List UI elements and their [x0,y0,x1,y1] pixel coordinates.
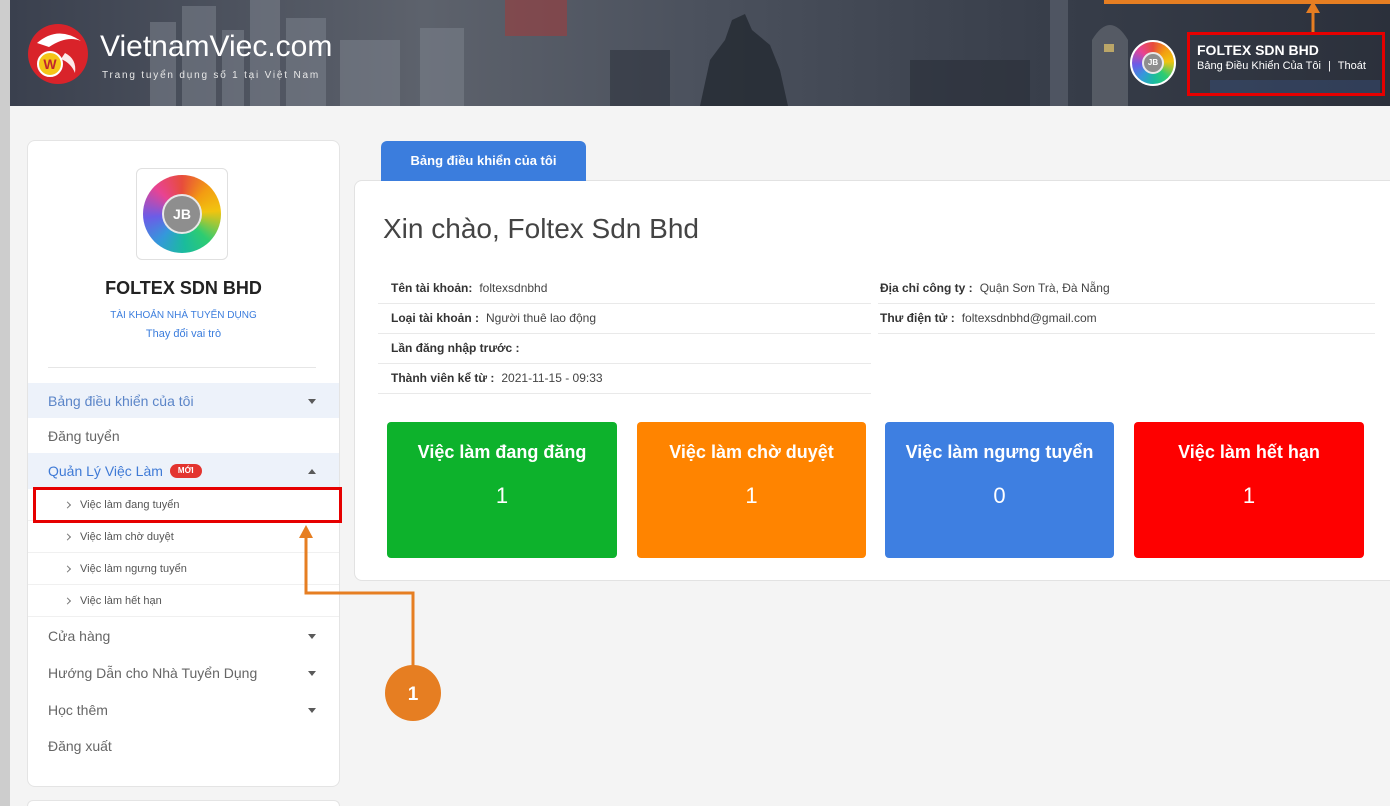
caret-down-icon [308,707,316,713]
new-badge: MỚI [169,464,202,478]
submenu-item-label: Việc làm hết hạn [80,594,162,607]
dashboard-panel: Xin chào, Foltex Sdn Bhd Tên tài khoản: f… [354,180,1390,581]
avatar-monogram: JB [1142,52,1164,74]
logout-link[interactable]: Thoát [1338,60,1366,72]
change-role-link[interactable]: Thay đổi vai trò [28,327,339,341]
info-row-email: Thư điện tử : foltexsdnbhd@gmail.com [878,304,1375,334]
sidebar-item-label: Học thêm [48,701,108,718]
company-avatar: JB [136,168,228,260]
info-row-username: Tên tài khoản: foltexsdnbhd [378,274,871,304]
sidebar-item-learn-more[interactable]: Học thêm [28,691,339,728]
company-info-list: Địa chỉ công ty : Quận Sơn Trà, Đà Nẵng T… [878,274,1375,334]
step-marker [385,665,441,721]
stat-card-expired-jobs[interactable]: Việc làm hết hạn 1 [1134,422,1364,558]
sidebar-item-post-job[interactable]: Đăng tuyển [28,418,339,453]
company-name: FOLTEX SDN BHD [105,278,262,298]
sidebar-item-label: Hướng Dẫn cho Nhà Tuyển Dụng [48,664,258,681]
sidebar-item-label: Quản Lý Việc Làm [48,463,163,479]
logo-letter: W [43,56,57,72]
submenu-item-expired-jobs[interactable]: Việc làm hết hạn [28,585,339,617]
brand-tagline: Trang tuyển dụng số 1 tại Việt Nam [102,70,320,81]
stat-title: Việc làm chờ duyệt [669,442,834,462]
divider [48,367,316,368]
submenu-item-label: Việc làm đang tuyển [80,498,180,511]
site-header: W VietnamViec.com Trang tuyển dụng số 1 … [10,0,1390,106]
submenu-item-pending-jobs[interactable]: Việc làm chờ duyệt [28,521,339,553]
info-value: Người thuê lao động [486,311,596,325]
header-user-name: FOLTEX SDN BHD [1197,42,1319,58]
stat-count: 1 [495,483,509,508]
brand-name[interactable]: VietnamViec.com [100,29,332,65]
chevron-right-icon [63,500,72,509]
stat-card-stopped-jobs[interactable]: Việc làm ngưng tuyển 0 [885,422,1114,558]
account-info-list: Tên tài khoản: foltexsdnbhd Loại tài khoả… [378,274,871,394]
tab-dashboard[interactable]: Bảng điều khiển của tôi [381,141,586,181]
stat-title: Việc làm đang đăng [417,442,587,462]
company-logo: JB [143,175,221,253]
sidebar: JB FOLTEX SDN BHD TÀI KHOẢN NHÀ TUYỂN DỤ… [27,140,340,787]
chevron-right-icon [63,564,72,573]
page-title: Xin chào, Foltex Sdn Bhd [383,213,699,244]
info-value: foltexsdnbhd [479,281,548,295]
stat-count: 0 [993,483,1006,508]
info-label: Lần đăng nhập trước : [391,341,520,355]
sidebar-secondary-card [27,800,340,806]
submenu-item-label: Việc làm ngưng tuyển [80,562,187,575]
user-avatar[interactable]: JB [1130,40,1176,86]
info-label: Địa chỉ công ty : [880,281,973,295]
chevron-right-icon [63,596,72,605]
stat-card-active-jobs[interactable]: Việc làm đang đăng 1 [387,422,617,558]
info-value: 2021-11-15 - 09:33 [501,371,603,385]
stat-title: Việc làm ngưng tuyển [905,442,1094,462]
stat-card-pending-jobs[interactable]: Việc làm chờ duyệt 1 [637,422,866,558]
caret-down-icon [308,633,316,639]
info-row-last-login: Lần đăng nhập trước : [378,334,871,364]
window-edge [0,0,10,806]
sidebar-menu: Bảng điều khiển của tôi Đăng tuyển Quản … [28,383,339,764]
account-type: TÀI KHOẢN NHÀ TUYỂN DỤNG [110,310,257,321]
sidebar-item-employer-guide[interactable]: Hướng Dẫn cho Nhà Tuyển Dụng [28,654,339,691]
company-logo-monogram: JB [162,194,202,234]
submenu-item-stopped-jobs[interactable]: Việc làm ngưng tuyển [28,553,339,585]
info-value: foltexsdnbhd@gmail.com [961,311,1097,325]
sidebar-item-label: Cửa hàng [48,627,111,644]
info-label: Loại tài khoản : [391,311,480,325]
stat-title: Việc làm hết hạn [1178,442,1320,462]
info-label: Thành viên kể từ : [391,371,495,385]
submenu-item-active-jobs[interactable]: Việc làm đang tuyển [28,489,339,521]
sidebar-item-logout[interactable]: Đăng xuất [28,728,339,764]
dashboard-link[interactable]: Bảng Điều Khiển Của Tôi [1197,60,1321,72]
link-separator: | [1327,60,1331,72]
chevron-right-icon [63,532,72,541]
header-user-links: Bảng Điều Khiển Của Tôi | Thoát [1197,59,1366,73]
sidebar-item-dashboard[interactable]: Bảng điều khiển của tôi [28,383,339,418]
vietnamviec-logo[interactable]: W [27,23,89,85]
sidebar-item-label: Đăng tuyển [48,427,120,444]
sidebar-item-label: Đăng xuất [48,738,112,754]
info-row-member-since: Thành viên kể từ : 2021-11-15 - 09:33 [378,364,871,394]
caret-down-icon [308,398,316,404]
caret-down-icon [308,670,316,676]
sidebar-item-store[interactable]: Cửa hàng [28,617,339,654]
sidebar-item-job-management[interactable]: Quản Lý Việc Làm MỚI [28,453,339,489]
info-row-account-type: Loại tài khoản : Người thuê lao động [378,304,871,334]
info-label: Thư điện tử : [880,311,955,325]
sidebar-item-label: Bảng điều khiển của tôi [48,392,194,409]
submenu-item-label: Việc làm chờ duyệt [80,530,174,543]
stat-count: 1 [1242,483,1256,508]
stat-count: 1 [745,483,758,508]
info-value: Quận Sơn Trà, Đà Nẵng [979,281,1110,295]
step-number: 1 [408,684,419,705]
caret-up-icon [308,469,316,474]
info-row-address: Địa chỉ công ty : Quận Sơn Trà, Đà Nẵng [878,274,1375,304]
info-label: Tên tài khoản: [391,281,473,295]
